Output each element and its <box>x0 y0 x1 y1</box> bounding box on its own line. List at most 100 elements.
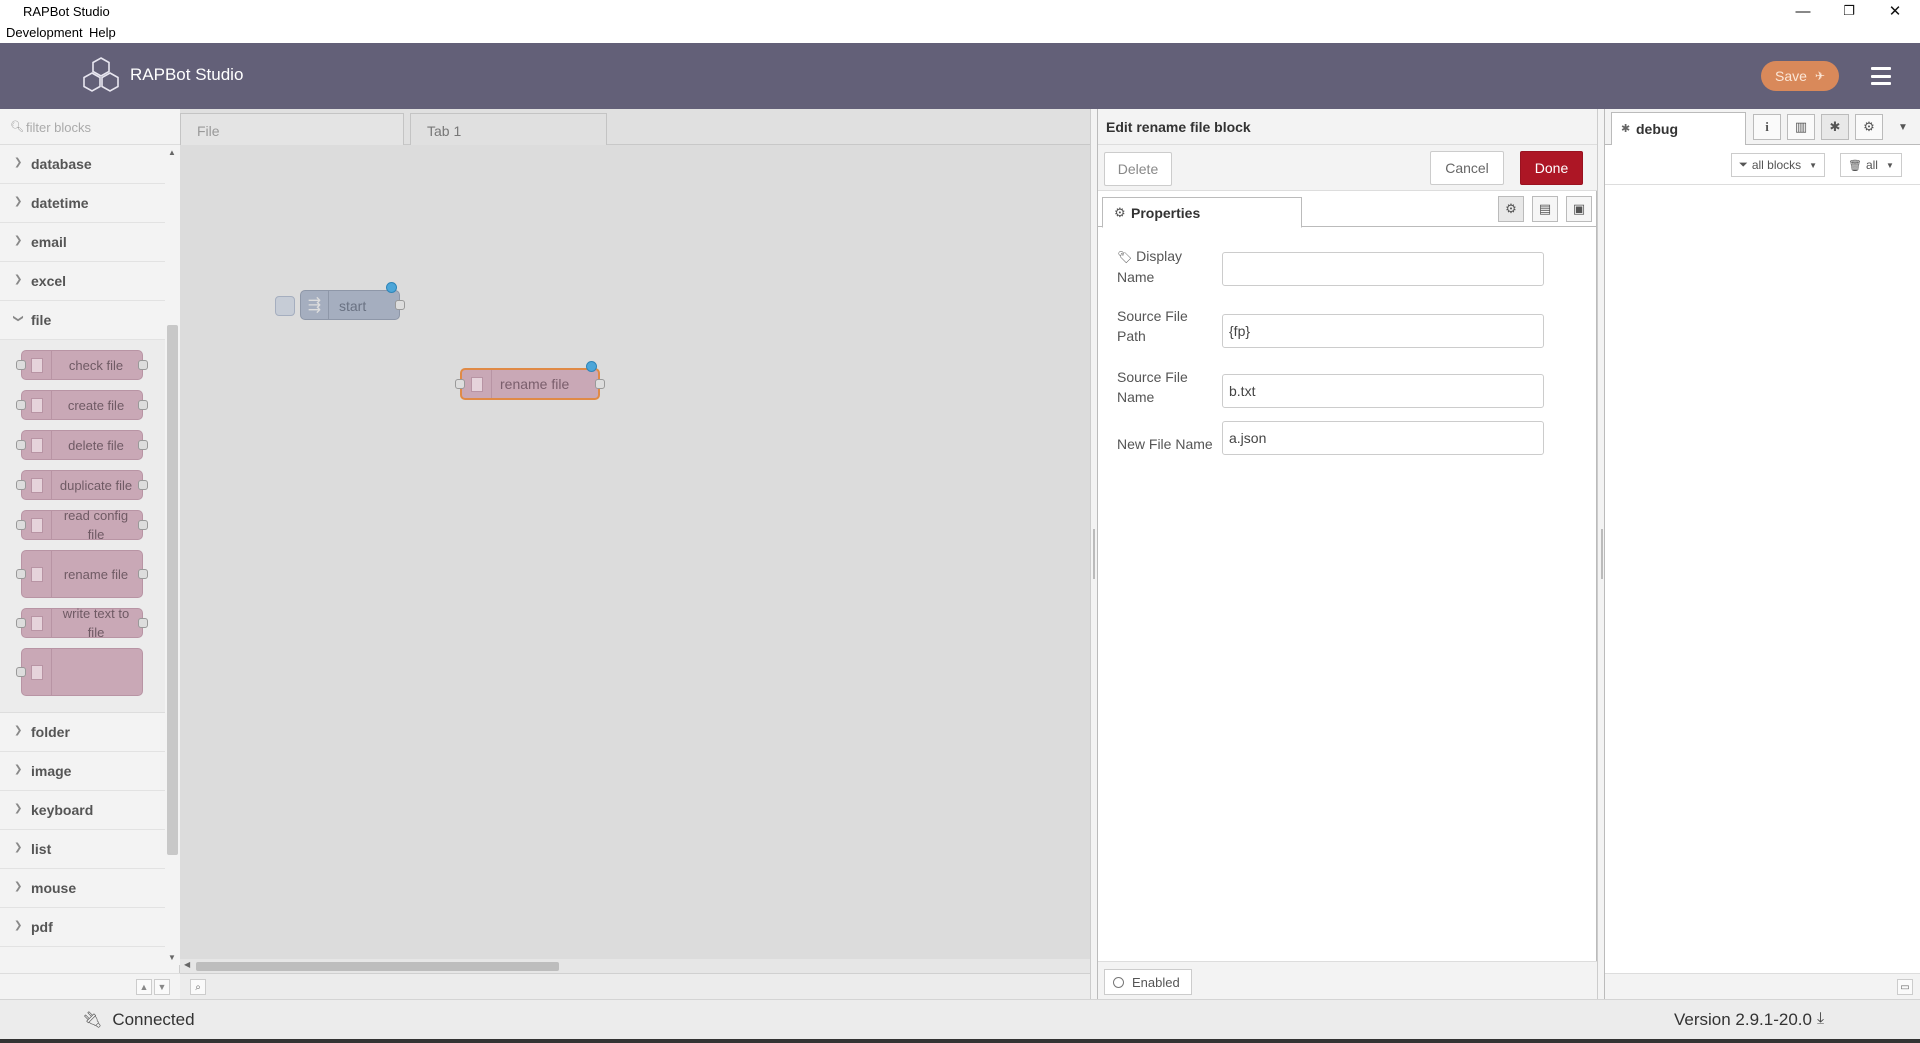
bug-icon: ✱ <box>1621 123 1631 135</box>
category-keyboard[interactable]: ❯ keyboard <box>0 791 165 830</box>
menu-help[interactable]: Help <box>89 25 116 40</box>
new-name-input[interactable] <box>1222 421 1544 455</box>
debug-clear-dropdown[interactable]: 🗑︎ all ▼ <box>1840 153 1902 177</box>
tab-file[interactable]: File <box>180 113 404 145</box>
debug-filter-dropdown[interactable]: ⏷ all blocks ▼ <box>1731 153 1826 177</box>
category-folder[interactable]: ❯ folder <box>0 713 165 752</box>
block-label: delete file <box>68 437 124 453</box>
delete-button[interactable]: Delete <box>1104 152 1172 186</box>
workspace-horizontal-scrollbar[interactable]: ◀ <box>180 959 1090 973</box>
tab-tab-1[interactable]: Tab 1 <box>410 113 607 145</box>
gear-icon[interactable]: ⚙ <box>1498 196 1524 222</box>
filter-placeholder[interactable]: filter blocks <box>26 120 91 135</box>
scroll-up-icon[interactable]: ▲ <box>168 148 176 157</box>
plug-icon: 🔌︎ <box>82 1012 103 1029</box>
info-icon[interactable]: i <box>1753 114 1781 140</box>
scroll-left-icon[interactable]: ◀ <box>184 960 190 969</box>
tab-label: Properties <box>1131 205 1201 221</box>
palette-block-duplicate-file[interactable]: duplicate file <box>16 470 148 500</box>
category-file[interactable]: ❯ file <box>0 301 165 340</box>
source-name-label: Source File Name <box>1117 369 1188 405</box>
search-icon[interactable]: ⌕ <box>190 979 206 995</box>
category-email[interactable]: ❯ email <box>0 223 165 262</box>
block-label: rename file <box>63 566 129 582</box>
palette-block-write-text-to-file[interactable] <box>16 648 143 696</box>
file-icon <box>470 376 483 392</box>
category-mouse[interactable]: ❯ mouse <box>0 869 165 908</box>
chevron-right-icon: ❯ <box>14 764 23 775</box>
download-icon[interactable]: ⤓ <box>1817 1010 1824 1028</box>
node-start-changed-dot <box>386 282 397 293</box>
menu-development[interactable]: Development <box>6 25 83 40</box>
node-rename-file[interactable]: rename file <box>460 368 600 400</box>
category-pdf[interactable]: ❯ pdf <box>0 908 165 947</box>
collapse-all-icon[interactable]: ▲ <box>136 979 152 995</box>
description-icon[interactable]: ▤ <box>1532 196 1558 222</box>
cancel-button[interactable]: Cancel <box>1430 151 1504 185</box>
version-label: Version 2.9.1-20.0 <box>1674 1010 1812 1029</box>
palette-block-delete-file[interactable]: delete file <box>16 430 148 460</box>
palette-scroll-thumb[interactable] <box>167 325 178 855</box>
bug-icon[interactable]: ✱ <box>1821 114 1849 140</box>
palette-block-rename-file[interactable]: write text to file <box>16 606 148 640</box>
save-button[interactable]: Save ✈ <box>1761 61 1839 91</box>
source-path-input[interactable] <box>1222 314 1544 348</box>
category-excel[interactable]: ❯ excel <box>0 262 165 301</box>
hexagon-logo-icon <box>83 57 119 92</box>
chevron-down-icon: ❯ <box>12 314 24 323</box>
category-database[interactable]: ❯ database <box>0 145 165 184</box>
app-header: RAPBot Studio Save ✈ <box>0 43 1920 109</box>
enabled-toggle[interactable]: Enabled <box>1104 969 1192 995</box>
bottom-border <box>0 1039 1920 1043</box>
search-icon: 🔍︎ <box>10 121 24 133</box>
node-start[interactable]: ⇶ start <box>300 290 400 320</box>
tab-properties[interactable]: ⚙ Properties <box>1102 197 1302 228</box>
palette-filter[interactable]: 🔍︎ filter blocks <box>0 109 180 145</box>
close-button[interactable]: ✕ <box>1872 0 1918 22</box>
chevron-down-icon[interactable]: ▼ <box>1889 114 1917 140</box>
tab-debug[interactable]: ✱ debug <box>1611 112 1746 146</box>
minimize-button[interactable]: — <box>1780 0 1826 22</box>
save-label: Save <box>1775 68 1807 84</box>
start-trigger-button[interactable] <box>275 296 295 316</box>
done-button[interactable]: Done <box>1520 151 1583 185</box>
category-image[interactable]: ❯ image <box>0 752 165 791</box>
category-label: keyboard <box>31 802 94 818</box>
palette-block-move-file[interactable]: read config file <box>16 508 148 542</box>
palette-block-read-config-file[interactable]: rename file <box>16 550 148 598</box>
category-datetime[interactable]: ❯ datetime <box>0 184 165 223</box>
node-start-output-port[interactable] <box>395 300 405 310</box>
file-icon <box>30 615 43 631</box>
palette-scrollbar[interactable]: ▲ ▼ <box>165 145 180 965</box>
category-list[interactable]: ❯ list <box>0 830 165 869</box>
tray-resize-handle[interactable] <box>1090 109 1097 999</box>
palette-block-check-file[interactable]: check file <box>16 350 148 380</box>
sidebar: ✱ debug i ▥ ✱ ⚙ ▼ ⏷ all blocks ▼ 🗑︎ all … <box>1604 109 1920 999</box>
appearance-icon[interactable]: ▣ <box>1566 196 1592 222</box>
block-label: create file <box>67 397 125 413</box>
file-block-list: check file create file delete file dupli… <box>0 340 165 713</box>
flow-canvas[interactable]: ⇶ start rename file <box>180 145 1090 959</box>
sidebar-resize-handle[interactable] <box>1597 109 1604 999</box>
sidebar-footer: ▭ <box>1605 973 1920 999</box>
tab-label: debug <box>1636 121 1678 137</box>
hamburger-menu-icon[interactable] <box>1866 64 1896 88</box>
source-path-label: Source File Path <box>1117 308 1188 344</box>
node-rename-output-port[interactable] <box>595 379 605 389</box>
source-name-input[interactable] <box>1222 374 1544 408</box>
scroll-down-icon[interactable]: ▼ <box>168 953 176 962</box>
restore-button[interactable]: ❐ <box>1826 0 1872 22</box>
monitor-icon[interactable]: ▭ <box>1897 979 1913 995</box>
node-rename-input-port[interactable] <box>455 379 465 389</box>
dropdown-label: all <box>1865 158 1878 172</box>
gear-icon: ⚙ <box>1114 205 1126 220</box>
file-icon <box>30 517 43 533</box>
expand-all-icon[interactable]: ▼ <box>154 979 170 995</box>
display-name-input[interactable] <box>1222 252 1544 286</box>
gear-icon[interactable]: ⚙ <box>1855 114 1883 140</box>
book-icon[interactable]: ▥ <box>1787 114 1815 140</box>
file-icon <box>30 437 43 453</box>
workspace-scroll-thumb[interactable] <box>196 962 559 971</box>
block-label <box>54 649 138 695</box>
palette-block-create-file[interactable]: create file <box>16 390 148 420</box>
